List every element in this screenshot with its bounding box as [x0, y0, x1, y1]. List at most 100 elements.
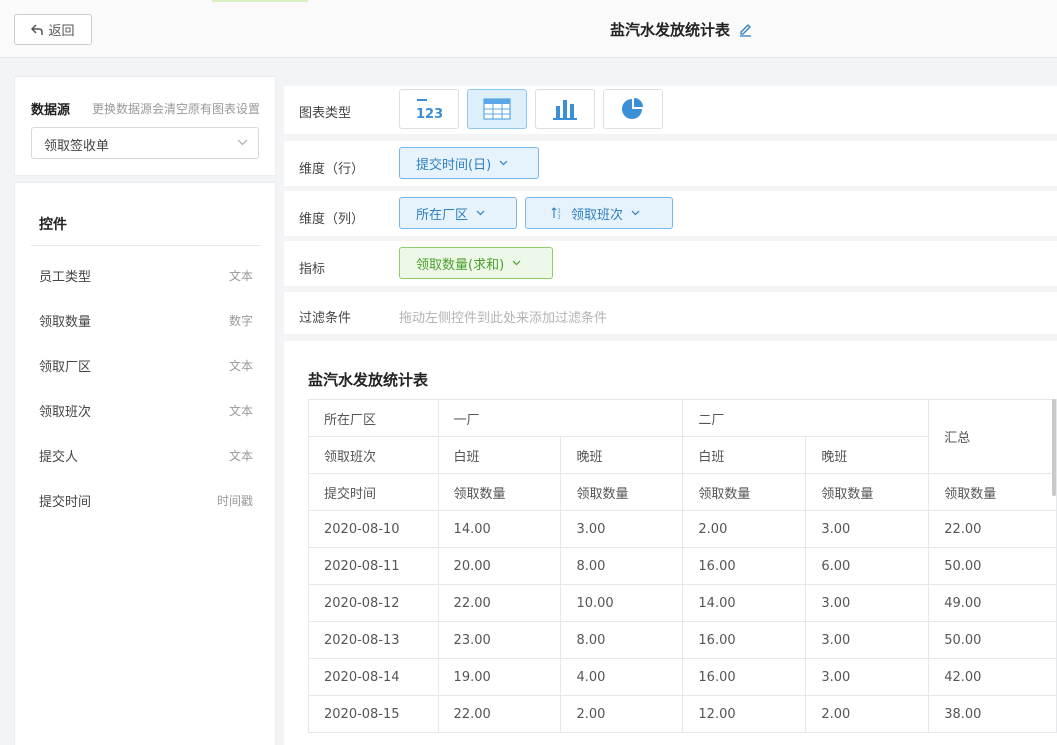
filter-drop-hint: 拖动左侧控件到此处来添加过滤条件 [399, 311, 608, 326]
header-cell: 所在厂区 [308, 399, 439, 437]
table-cell: 50.00 [928, 621, 1057, 659]
table-cell: 42.00 [928, 658, 1057, 696]
table-cell: 22.00 [437, 584, 562, 622]
control-item[interactable]: 提交人 文本 [39, 440, 253, 470]
header-cell: 领取数量 [437, 473, 562, 511]
back-arrow-icon [31, 23, 44, 35]
header-cell: 领取数量 [928, 473, 1057, 511]
column-dimension-label: 维度（列） [299, 212, 365, 227]
scrollbar-thumb[interactable] [1052, 399, 1056, 496]
table-cell: 6.00 [805, 547, 930, 585]
page-title-wrap: 盐汽水发放统计表 [610, 19, 753, 40]
column-dimension-pill-factory[interactable]: 所在厂区 [399, 197, 517, 229]
column-dimension-value: 领取班次 [571, 207, 624, 223]
table-row: 2020-08-11 20.00 8.00 16.00 6.00 50.00 [308, 547, 1057, 585]
table-row: 2020-08-12 22.00 10.00 14.00 3.00 49.00 [308, 584, 1057, 622]
header-cell: 领取班次 [308, 436, 439, 474]
table-cell: 16.00 [682, 658, 807, 696]
header-cell: 二厂 [682, 399, 930, 437]
filter-label: 过滤条件 [299, 311, 352, 326]
chart-type-table-button[interactable] [467, 89, 527, 129]
header-cell: 白班 [682, 436, 807, 474]
chart-type-number-button[interactable]: 123 [399, 89, 459, 129]
table-row: 2020-08-13 23.00 8.00 16.00 3.00 50.00 [308, 621, 1057, 659]
chevron-down-icon [512, 260, 521, 266]
header-cell-total: 汇总 [928, 399, 1057, 474]
table-cell: 23.00 [437, 621, 562, 659]
table-header-row: 提交时间 领取数量 领取数量 领取数量 领取数量 领取数量 [308, 473, 1057, 511]
control-name: 提交时间 [39, 494, 92, 510]
row-dimension-pill[interactable]: 提交时间(日) [399, 147, 539, 179]
table-cell: 12.00 [682, 695, 807, 733]
control-type: 时间戳 [216, 493, 253, 508]
control-item[interactable]: 领取数量 数字 [39, 305, 253, 335]
filter-row[interactable]: 过滤条件 拖动左侧控件到此处来添加过滤条件 [284, 292, 1057, 334]
row-dimension-value: 提交时间(日) [416, 157, 492, 173]
table-cell: 2.00 [805, 695, 930, 733]
control-item[interactable]: 员工类型 文本 [39, 260, 253, 290]
table-cell: 38.00 [928, 695, 1057, 733]
metric-value: 领取数量(求和) [416, 257, 505, 273]
column-dimension-row: 维度（列） 所在厂区 1 2 领取班次 [284, 191, 1057, 236]
control-item[interactable]: 领取厂区 文本 [39, 350, 253, 380]
control-item[interactable]: 提交时间 时间戳 [39, 485, 253, 515]
table-cell-date: 2020-08-10 [308, 510, 439, 548]
metric-label: 指标 [299, 262, 326, 277]
table-cell: 4.00 [560, 658, 684, 696]
sort-order-icon: 1 2 [551, 207, 561, 220]
table-header-row: 所在厂区 一厂 二厂 汇总 [308, 399, 1057, 474]
number-card-icon: 123 [416, 99, 443, 121]
table-cell-date: 2020-08-14 [308, 658, 439, 696]
controls-divider [31, 245, 261, 246]
control-name: 员工类型 [39, 269, 92, 285]
table-cell-date: 2020-08-15 [308, 695, 439, 733]
column-dimension-value: 所在厂区 [416, 207, 469, 223]
table-cell: 3.00 [805, 658, 930, 696]
table-cell: 3.00 [560, 510, 684, 548]
header-cell: 白班 [437, 436, 562, 474]
datasource-select[interactable]: 领取签收单 [31, 127, 259, 159]
table-row: 2020-08-14 19.00 4.00 16.00 3.00 42.00 [308, 658, 1057, 696]
header-cell: 领取数量 [805, 473, 930, 511]
back-button[interactable]: 返回 [14, 14, 92, 45]
control-item[interactable]: 领取班次 文本 [39, 395, 253, 425]
row-dimension-row: 维度（行） 提交时间(日) [284, 141, 1057, 186]
chart-type-bar-button[interactable] [535, 89, 595, 129]
control-type: 文本 [228, 448, 253, 463]
table-preview: 盐汽水发放统计表 所在厂区 一厂 二厂 汇总 领取班次 白班 晚班 白班 晚班 … [284, 341, 1057, 745]
edit-title-icon[interactable] [738, 22, 753, 37]
top-bar: 返回 盐汽水发放统计表 [0, 0, 1057, 58]
header-cell: 领取数量 [560, 473, 684, 511]
metric-pill[interactable]: 领取数量(求和) [399, 247, 553, 279]
table-cell: 8.00 [560, 547, 684, 585]
table-cell: 20.00 [437, 547, 562, 585]
top-accent-strip [212, 0, 308, 2]
chevron-down-icon [476, 210, 485, 216]
column-dimension-pill-shift[interactable]: 1 2 领取班次 [525, 197, 673, 229]
chevron-down-icon [631, 210, 640, 216]
table-cell: 16.00 [682, 547, 807, 585]
controls-section: 控件 员工类型 文本 领取数量 数字 领取厂区 文本 领取班次 文本 提交人 文… [14, 182, 276, 745]
control-type: 文本 [228, 268, 253, 283]
svg-text:123: 123 [416, 107, 443, 121]
back-button-label: 返回 [48, 24, 75, 39]
control-name: 领取厂区 [39, 359, 92, 375]
control-type: 文本 [228, 358, 253, 373]
table-cell: 10.00 [560, 584, 684, 622]
control-type: 数字 [228, 313, 253, 328]
table-cell: 3.00 [805, 584, 930, 622]
control-name: 领取班次 [39, 404, 92, 420]
page-title: 盐汽水发放统计表 [610, 21, 731, 39]
table-cell: 22.00 [437, 695, 562, 733]
table-cell: 3.00 [805, 621, 930, 659]
chevron-down-icon [237, 139, 248, 146]
vertical-scrollbar[interactable] [1052, 399, 1057, 745]
table-cell-date: 2020-08-11 [308, 547, 439, 585]
svg-text:2: 2 [558, 215, 561, 220]
datasource-hint: 更换数据源会清空原有图表设置 [92, 102, 261, 116]
chart-type-label: 图表类型 [299, 106, 352, 121]
header-cell: 领取数量 [682, 473, 807, 511]
chart-type-pie-button[interactable] [603, 89, 663, 129]
table-cell: 49.00 [928, 584, 1057, 622]
table-cell: 3.00 [805, 510, 930, 548]
